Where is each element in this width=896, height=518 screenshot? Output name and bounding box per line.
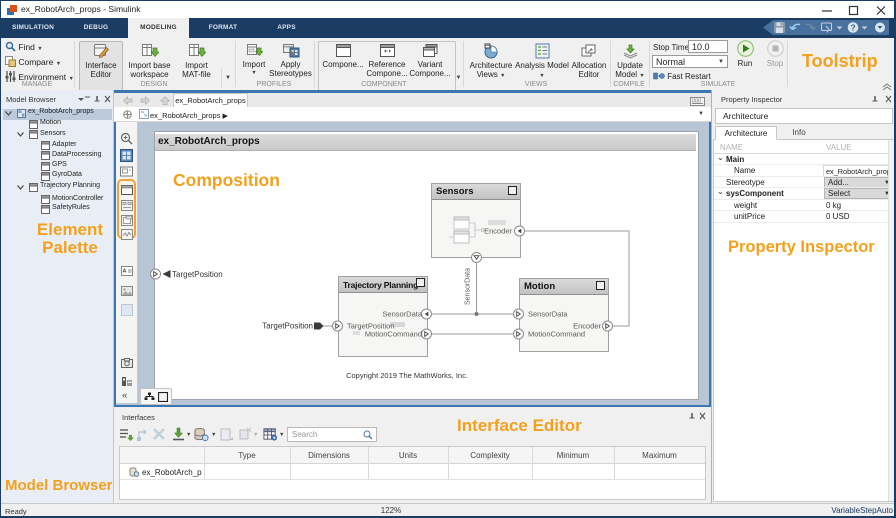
svg-text:A: A [122, 269, 126, 275]
svg-text:?: ? [850, 23, 855, 33]
